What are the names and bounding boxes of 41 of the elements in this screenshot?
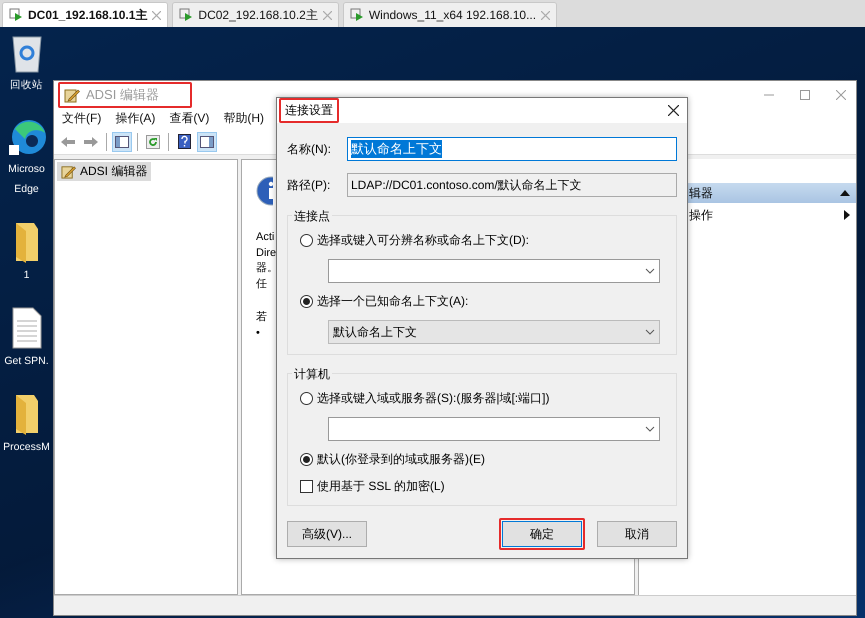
action-label: 操作 — [689, 206, 713, 224]
tree-item-label: ADSI 编辑器 — [80, 163, 148, 180]
action-item[interactable]: 操作 — [639, 203, 856, 227]
description-text: Acti — [256, 230, 274, 245]
field-label: 名称(N): — [287, 140, 332, 158]
path-field: LDAP://DC01.contoso.com/默认命名上下文 — [347, 173, 677, 197]
menu-item[interactable]: 文件(F) — [62, 110, 102, 127]
menu-item[interactable]: 帮助(H) — [223, 110, 264, 127]
window-title: ADSI 编辑器 — [86, 86, 160, 104]
group-title: 计算机 — [292, 366, 332, 383]
menu-item[interactable]: 查看(V) — [169, 110, 210, 127]
tree-item[interactable]: ADSI 编辑器 — [57, 162, 152, 181]
desktop-icon-label[interactable]: ProcessM — [3, 439, 50, 455]
dialog-button[interactable]: 确定 — [502, 521, 582, 547]
desktop-icon-label[interactable]: 1 — [24, 267, 30, 283]
desktop-icon-label[interactable]: Microso — [8, 161, 45, 177]
dropdown-value: 默认命名上下文 — [333, 324, 417, 340]
description-text: • — [256, 326, 260, 340]
option-label: 选择或键入域或服务器(S):(服务器|域[:端口]) — [317, 390, 550, 407]
actions-header-label: 辑器 — [689, 184, 713, 202]
vm-tab[interactable]: Windows_11_x64 192.168.10... — [342, 2, 558, 27]
group-title: 连接点 — [292, 208, 332, 225]
description-text: 器。 — [256, 261, 278, 276]
vm-tab[interactable]: DC02_192.168.10.2主 — [172, 2, 339, 27]
desktop-icon-label[interactable]: Get SPN. — [4, 353, 49, 369]
field-label: 路径(P): — [287, 176, 332, 194]
dialog-title: 连接设置 — [285, 102, 333, 119]
menu-item[interactable]: 操作(A) — [115, 110, 156, 127]
description-text: Dire — [256, 246, 276, 260]
option-label: 选择或键入可分辨名称或命名上下文(D): — [317, 232, 529, 249]
description-text: 任 — [256, 276, 267, 292]
dialog-button[interactable]: 高级(V)... — [287, 521, 367, 547]
option-label: 选择一个已知命名上下文(A): — [317, 293, 468, 310]
name-field[interactable]: 默认命名上下文 — [347, 137, 677, 161]
dialog-button[interactable]: 取消 — [597, 521, 677, 547]
option-label: 默认(你登录到的域或服务器)(E) — [317, 451, 485, 468]
vm-tab[interactable]: DC01_192.168.10.1主 — [2, 2, 168, 27]
desktop-icon-label[interactable]: Edge — [14, 181, 39, 197]
option-label: 使用基于 SSL 的加密(L) — [317, 478, 445, 495]
description-text: 若 — [256, 310, 267, 325]
desktop-icon-label[interactable]: 回收站 — [10, 77, 43, 93]
